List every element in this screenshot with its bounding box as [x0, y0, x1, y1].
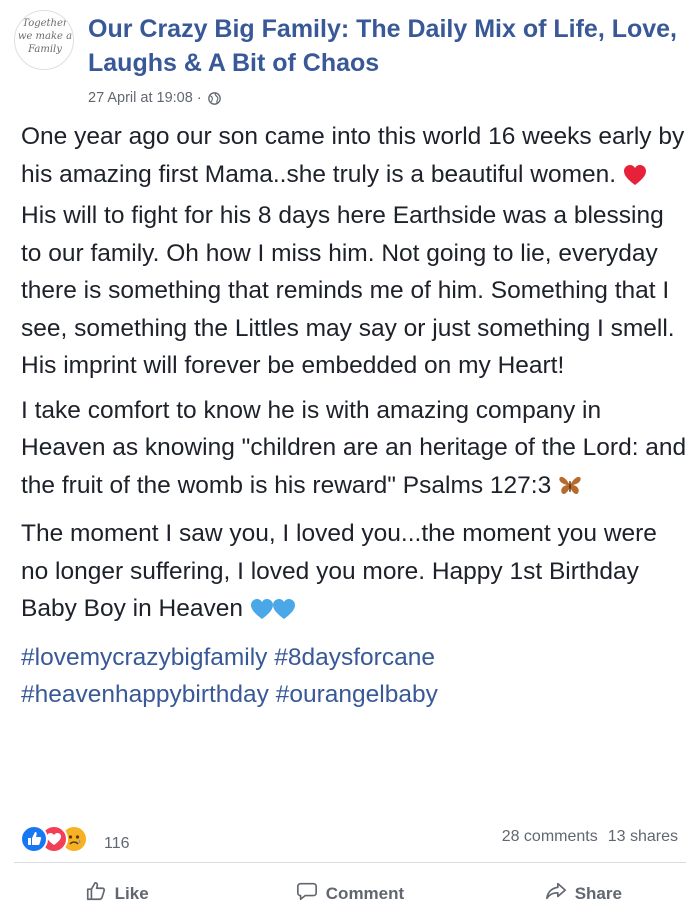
post-paragraph-1: One year ago our son came into this worl…	[21, 118, 689, 385]
like-label: Like	[114, 883, 149, 903]
heart-icon	[623, 160, 647, 198]
avatar-logo-text: Together we make a Family	[17, 18, 73, 55]
post-paragraph-2: I take comfort to know he is with amazin…	[21, 392, 689, 509]
paragraph-1-text-b: His will to fight for his 8 days here Ea…	[21, 202, 675, 379]
action-divider	[14, 862, 686, 863]
butterfly-icon	[558, 471, 582, 509]
shares-count[interactable]: 13 shares	[608, 828, 678, 846]
engagement-counts: 28 comments 13 shares	[502, 828, 678, 846]
post-timestamp[interactable]: 27 April at 19:08	[88, 90, 193, 106]
comments-count[interactable]: 28 comments	[502, 828, 598, 846]
hashtag-link[interactable]: #lovemycrazybigfamily	[21, 644, 267, 671]
paragraph-1-text-a: One year ago our son came into this worl…	[21, 123, 685, 188]
comment-icon	[296, 880, 318, 907]
hashtag-link[interactable]: #ourangelbaby	[276, 681, 438, 708]
post-body: One year ago our son came into this worl…	[21, 118, 689, 714]
paragraph-2-text: I take comfort to know he is with amazin…	[21, 396, 687, 499]
post-meta: 27 April at 19:08 ·	[88, 90, 221, 106]
like-button[interactable]: Like	[0, 866, 233, 921]
hashtag-link[interactable]: #heavenhappybirthday	[21, 681, 269, 708]
thumbs-up-icon	[85, 880, 107, 907]
hashtag-link[interactable]: #8daysforcane	[274, 644, 435, 671]
comment-button[interactable]: Comment	[233, 866, 466, 921]
page-avatar[interactable]: Together we make a Family	[14, 10, 74, 70]
reaction-count: 116	[104, 835, 130, 852]
globe-icon	[207, 91, 221, 105]
meta-separator: ·	[196, 90, 202, 106]
share-arrow-icon	[545, 880, 567, 907]
share-button[interactable]: Share	[467, 866, 700, 921]
post-header: Together we make a Family Our Crazy Big …	[0, 0, 700, 118]
paragraph-3-text: The moment I saw you, I loved you...the …	[21, 520, 657, 622]
comment-label: Comment	[325, 883, 405, 903]
page-name-link[interactable]: Our Crazy Big Family: The Daily Mix of L…	[88, 12, 688, 80]
like-reaction-icon	[20, 825, 48, 853]
post-stats: 116 28 comments 13 shares	[0, 818, 700, 858]
blue-hearts-icon	[250, 594, 296, 632]
post-hashtags: #lovemycrazybigfamily #8daysforcane #hea…	[21, 639, 689, 714]
post-paragraph-3: The moment I saw you, I loved you...the …	[21, 515, 689, 632]
share-label: Share	[574, 883, 622, 903]
post-actions: Like Comment Share	[0, 866, 700, 921]
